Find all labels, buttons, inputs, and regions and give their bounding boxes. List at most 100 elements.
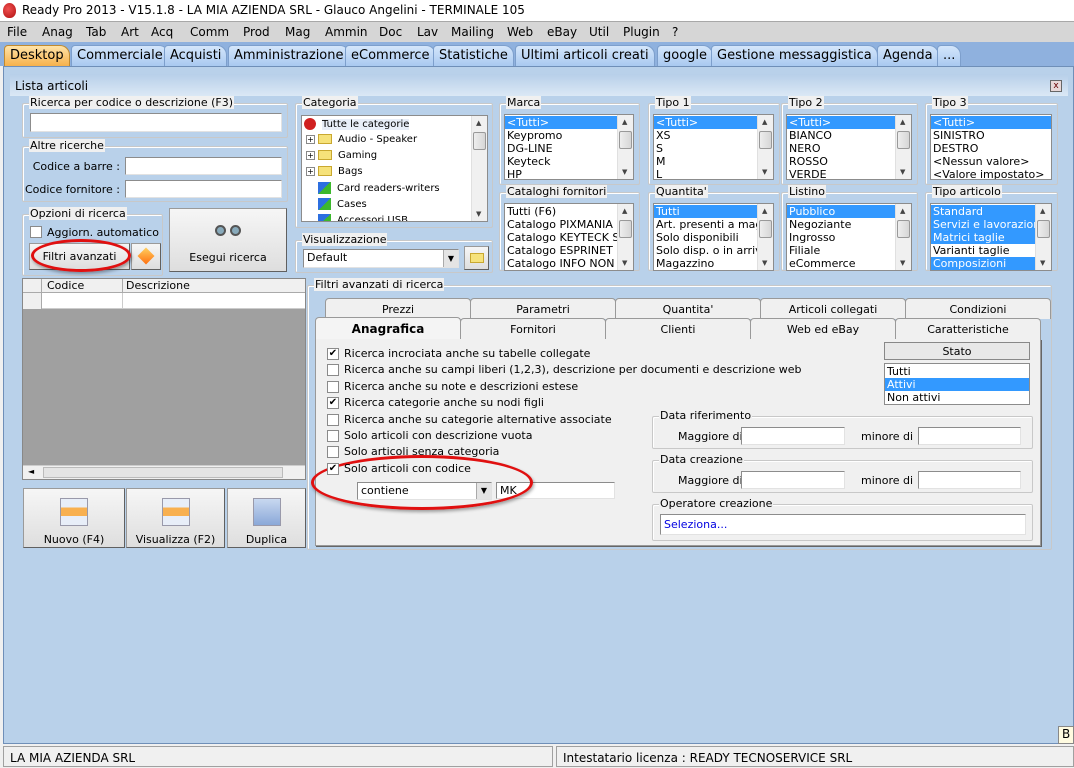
tab-agenda[interactable]: Agenda	[877, 45, 939, 66]
tab-amministrazione[interactable]: Amministrazione	[228, 45, 350, 66]
open-view-button[interactable]	[464, 246, 489, 270]
creation-date-to-input[interactable]	[918, 471, 1021, 489]
list-item[interactable]: Keyteck	[505, 155, 617, 168]
tab-ultimi-articoli-creati[interactable]: Ultimi articoli creati	[515, 45, 655, 66]
filter-checkbox[interactable]	[327, 380, 339, 393]
list-item[interactable]: Tutti	[654, 205, 757, 218]
list-item[interactable]: <Valore impostato>	[931, 168, 1051, 179]
menu-ebay[interactable]: eBay	[547, 25, 577, 39]
filter-checkbox[interactable]	[327, 413, 339, 426]
expand-icon[interactable]: +	[306, 166, 315, 176]
filter-tab-parametri[interactable]: Parametri	[470, 298, 616, 319]
tipo-2-listbox[interactable]: <Tutti> BIANCO NERO ROSSO VERDE ▲ ▼	[786, 114, 912, 180]
status-listbox[interactable]: Tutti Attivi Non attivi	[884, 363, 1030, 405]
column-header-code[interactable]: Codice	[47, 279, 84, 292]
view-button[interactable]: Visualizza (F2)	[126, 488, 225, 548]
list-item[interactable]: Negoziante	[787, 218, 895, 231]
reference-date-from-input[interactable]	[741, 427, 845, 445]
list-item[interactable]: Catalogo PIXMANIA	[505, 218, 617, 231]
list-item[interactable]: Standard	[931, 205, 1035, 218]
tab-desktop[interactable]: Desktop	[4, 45, 70, 66]
menu-file[interactable]: File	[7, 25, 27, 39]
list-item[interactable]: eCommerce	[787, 257, 895, 270]
menu-q[interactable]: ?	[672, 25, 678, 39]
scrollbar[interactable]: ▲ ▼	[1035, 204, 1051, 270]
list-item[interactable]: Catalogo KEYTECK SRL	[505, 231, 617, 244]
search-input[interactable]	[30, 113, 282, 132]
status-option[interactable]: Attivi	[885, 378, 1029, 391]
menu-comm[interactable]: Comm	[190, 25, 229, 39]
list-item[interactable]: Ingrosso	[787, 231, 895, 244]
filter-tab-web-ed-ebay[interactable]: Web ed eBay	[750, 318, 896, 339]
list-item[interactable]: <Tutti>	[787, 116, 895, 129]
status-option[interactable]: Non attivi	[885, 391, 1029, 404]
new-button[interactable]: Nuovo (F4)	[23, 488, 125, 548]
list-item[interactable]: Matrici taglie	[931, 231, 1035, 244]
list-item[interactable]: <Tutti>	[654, 116, 757, 129]
list-item[interactable]: <Nessun valore>	[931, 155, 1051, 168]
scrollbar[interactable]: ▲ ▼	[757, 115, 773, 179]
list-item[interactable]: DESTRO	[931, 142, 1051, 155]
creation-date-from-input[interactable]	[741, 471, 845, 489]
list-item[interactable]: Art. presenti a magazzino	[654, 218, 757, 231]
tree-node[interactable]: Card readers-writers	[306, 182, 440, 198]
list-item[interactable]: Composizioni	[931, 257, 1035, 270]
menu-mag[interactable]: Mag	[285, 25, 310, 39]
filter-tab-articoli-collegati[interactable]: Articoli collegati	[760, 298, 906, 319]
list-item[interactable]: Magazzino	[654, 257, 757, 270]
tab-google[interactable]: google	[657, 45, 714, 66]
filter-checkbox[interactable]: ✔	[327, 397, 339, 410]
tab-ecommerce[interactable]: eCommerce	[345, 45, 436, 66]
supplier-code-input[interactable]	[125, 180, 282, 198]
filter-checkbox[interactable]	[327, 446, 339, 459]
menu-art[interactable]: Art	[121, 25, 139, 39]
close-icon[interactable]: x	[1050, 80, 1062, 92]
tipo-articolo-listbox[interactable]: Standard Servizi e lavorazioni Matrici tag…	[930, 203, 1052, 271]
list-item[interactable]: Solo disp. o in arrivo	[654, 244, 757, 257]
list-item[interactable]: S	[654, 142, 757, 155]
tab-acquisti[interactable]: Acquisti	[164, 45, 228, 66]
menu-plugin[interactable]: Plugin	[623, 25, 660, 39]
list-item[interactable]: Catalogo INFO NON SI	[505, 257, 617, 270]
menu-prod[interactable]: Prod	[243, 25, 270, 39]
menu-web[interactable]: Web	[507, 25, 533, 39]
tipo-3-listbox[interactable]: <Tutti> SINISTRO DESTRO <Nessun valore> <Val…	[930, 114, 1052, 180]
category-tree[interactable]: Tutte le categorie + Audio - Speaker + Gami…	[301, 115, 488, 222]
scrollbar[interactable]: ▲ ▼	[757, 204, 773, 270]
tipo-1-listbox[interactable]: <Tutti> XS S M L ▲ ▼	[653, 114, 774, 180]
list-item[interactable]: M	[654, 155, 757, 168]
listino-listbox[interactable]: Pubblico Negoziante Ingrosso Filiale eCommer…	[786, 203, 912, 271]
filter-tab-prezzi[interactable]: Prezzi	[325, 298, 471, 319]
list-item[interactable]: <Tutti>	[505, 116, 617, 129]
cataloghi-fornitori-listbox[interactable]: Tutti (F6) Catalogo PIXMANIA Catalogo KEYT…	[504, 203, 634, 271]
tree-node[interactable]: + Audio - Speaker	[306, 134, 417, 150]
filter-tab-clienti[interactable]: Clienti	[605, 318, 751, 339]
list-item[interactable]: Varianti taglie	[931, 244, 1035, 257]
menu-ammin[interactable]: Ammin	[325, 25, 368, 39]
menu-doc[interactable]: Doc	[379, 25, 402, 39]
filter-checkbox[interactable]: ✔	[327, 348, 339, 360]
list-item[interactable]: Catalogo ESPRINET SPA	[505, 244, 617, 257]
filter-tab-fornitori[interactable]: Fornitori	[460, 318, 606, 339]
menu-util[interactable]: Util	[589, 25, 609, 39]
list-item[interactable]: DG-LINE	[505, 142, 617, 155]
filter-tab-quantita-[interactable]: Quantita'	[615, 298, 761, 319]
marca-listbox[interactable]: <Tutti> Keypromo DG-LINE Keyteck HP ▲ ▼	[504, 114, 634, 180]
list-item[interactable]: ROSSO	[787, 155, 895, 168]
auto-update-checkbox[interactable]	[30, 226, 42, 238]
view-select[interactable]: Default ▼	[303, 249, 459, 268]
table-row[interactable]	[23, 293, 305, 309]
menu-lav[interactable]: Lav	[417, 25, 438, 39]
status-option[interactable]: Tutti	[885, 365, 1029, 378]
scrollbar[interactable]: ▲ ▼	[617, 204, 633, 270]
scrollbar[interactable]: ▲ ▼	[895, 115, 911, 179]
filter-checkbox[interactable]: ✔	[327, 462, 339, 475]
filter-checkbox[interactable]	[327, 430, 339, 442]
expand-icon[interactable]: +	[306, 150, 315, 160]
run-search-button[interactable]: Esegui ricerca	[169, 208, 287, 272]
list-item[interactable]: NERO	[787, 142, 895, 155]
list-item[interactable]: HP	[505, 168, 617, 179]
tab-commerciale[interactable]: Commerciale	[71, 45, 169, 66]
category-scrollbar[interactable]: ▲ ▼	[471, 116, 487, 221]
list-item[interactable]: XS	[654, 129, 757, 142]
